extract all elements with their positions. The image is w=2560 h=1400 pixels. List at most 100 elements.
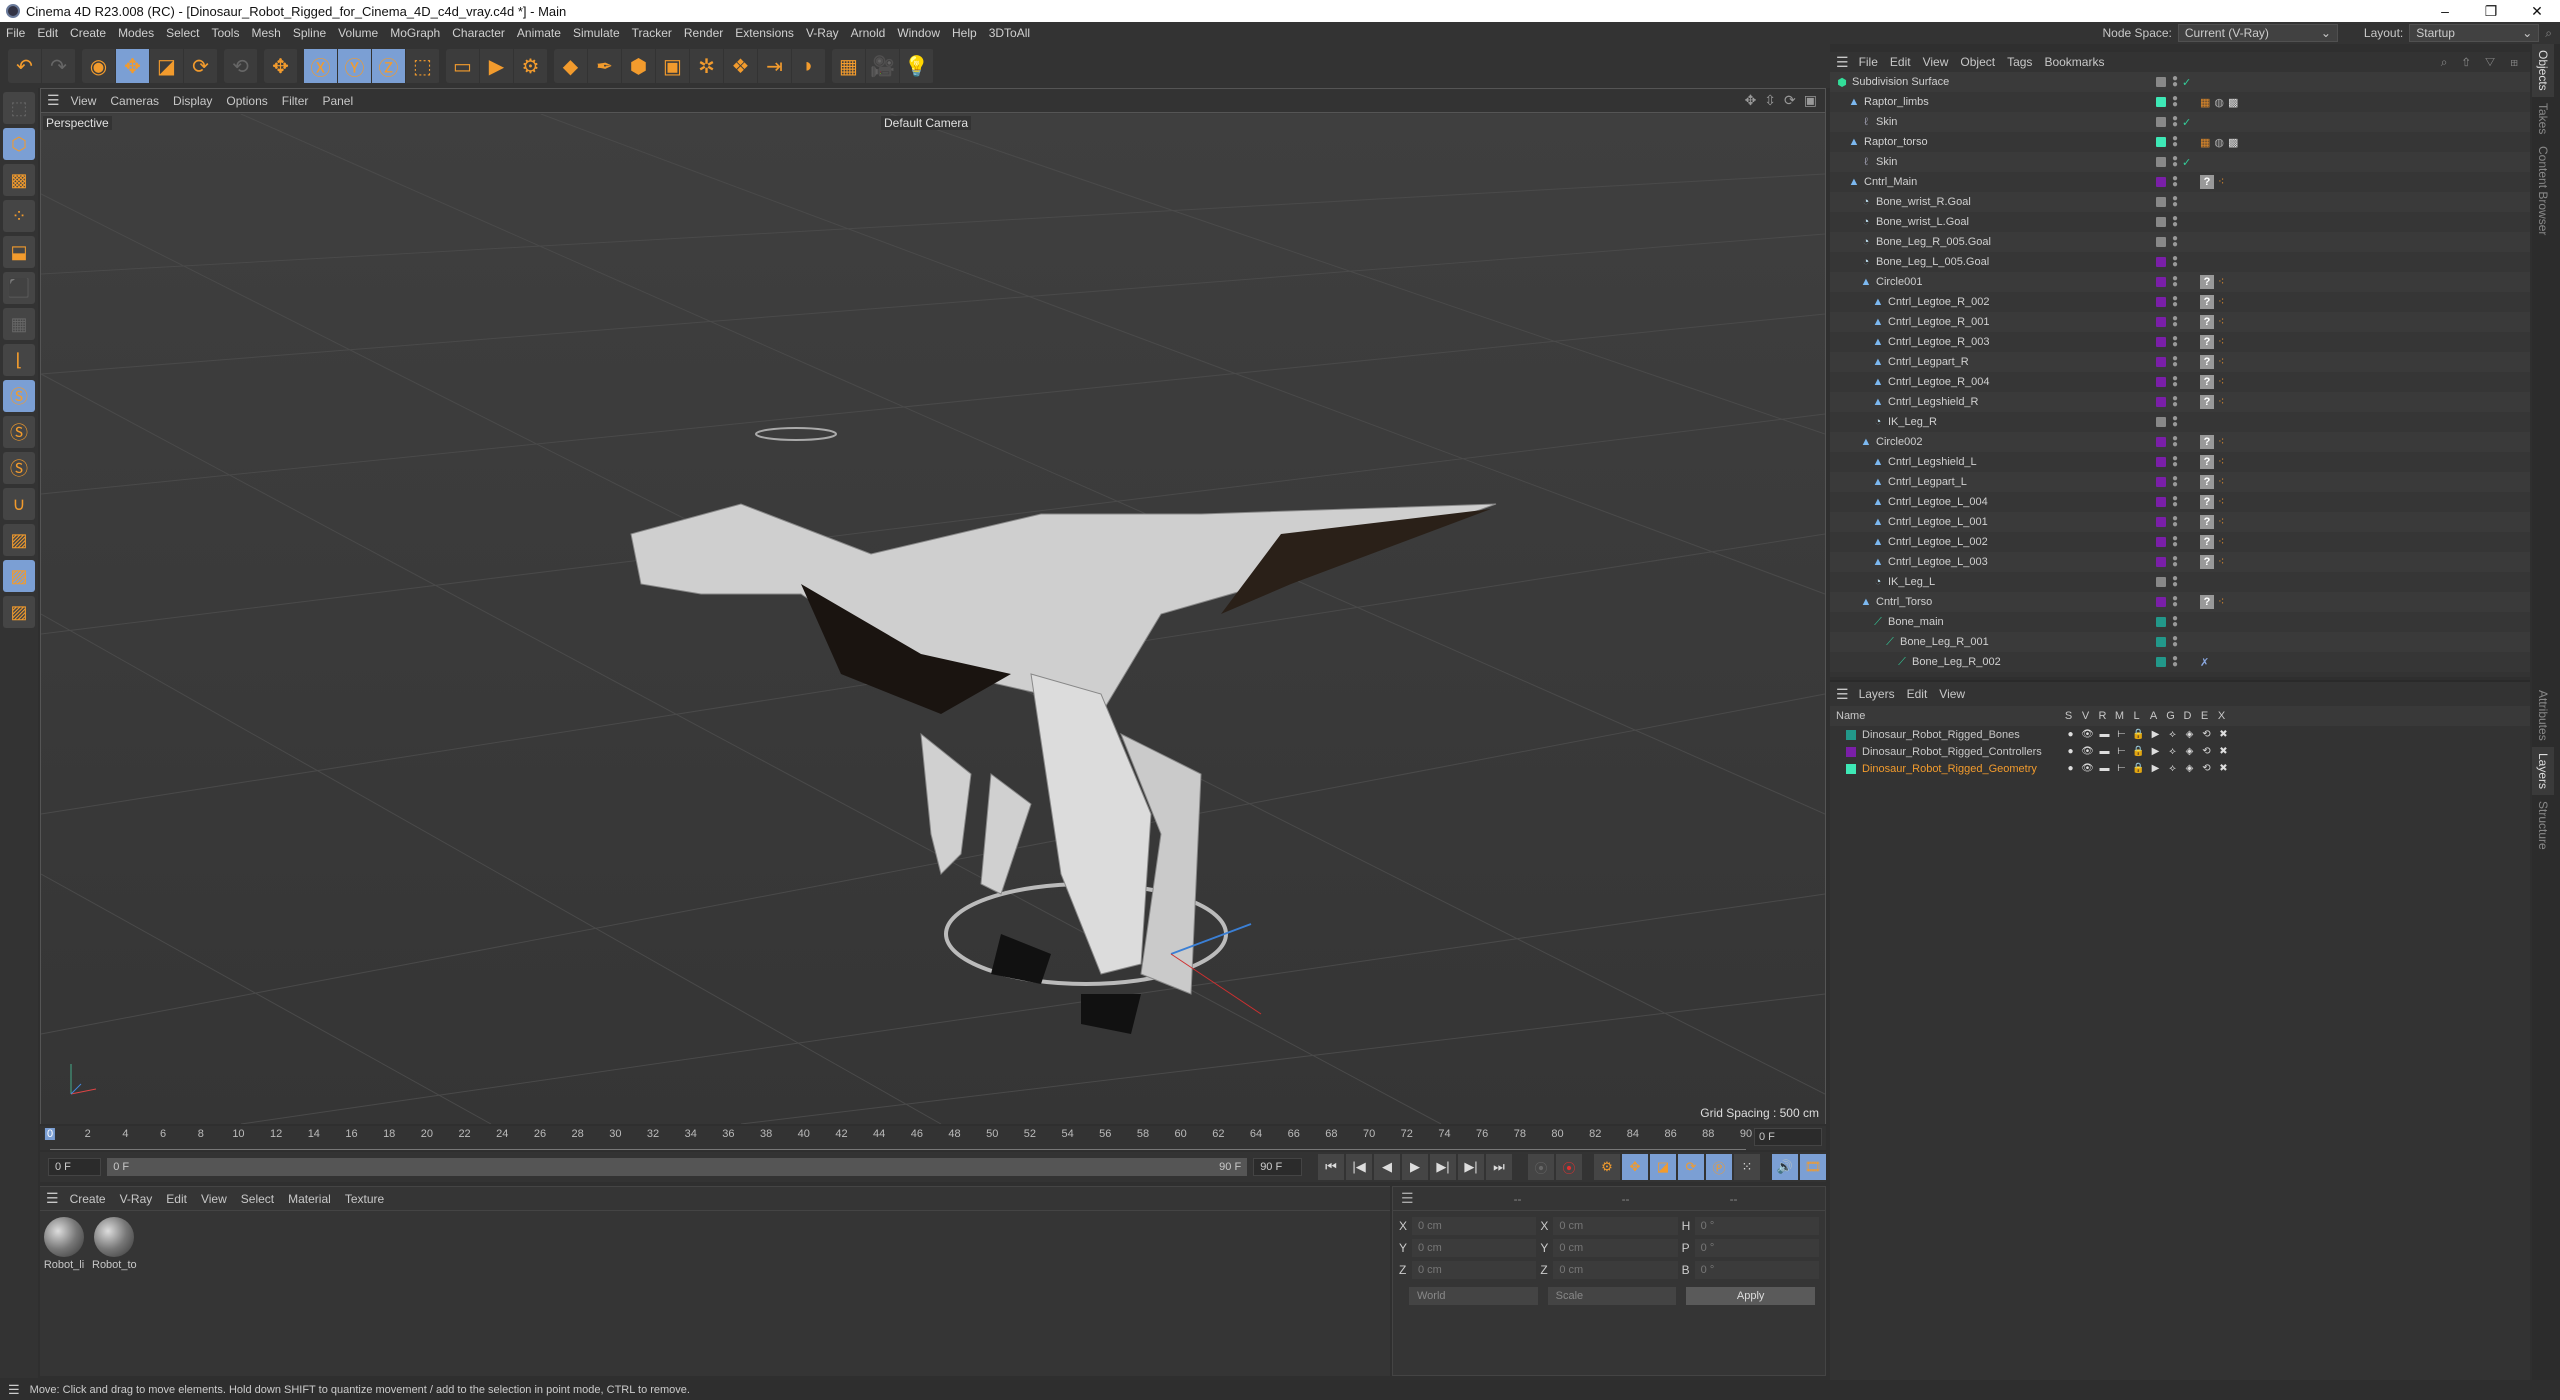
search-icon[interactable]: ⌕ — [2545, 26, 2552, 41]
redo-button[interactable]: ↷ — [42, 49, 76, 83]
play-button[interactable]: ▶ — [1402, 1154, 1428, 1180]
visibility-dots-icon[interactable]: ● ● — [2172, 174, 2178, 190]
unknown-tag-icon[interactable]: ? — [2200, 315, 2214, 329]
end-frame-field[interactable]: 90 F — [1253, 1158, 1302, 1176]
layer-color-swatch[interactable] — [2156, 137, 2166, 147]
visibility-dots-icon[interactable]: ● ● — [2172, 214, 2178, 230]
menu-create[interactable]: Create — [64, 26, 112, 40]
constraint-tag-icon[interactable]: ⁖ — [2218, 475, 2224, 489]
layer-color-swatch[interactable] — [2156, 577, 2166, 587]
previous-key-button[interactable]: |◀ — [1346, 1154, 1372, 1180]
mograph-button[interactable]: ✲ — [690, 49, 724, 83]
visibility-icon[interactable]: 👁 — [2079, 729, 2096, 740]
enabled-check-icon[interactable]: ✓ — [2182, 76, 2191, 89]
coordinate-system-button[interactable]: ⬚ — [406, 49, 440, 83]
coordinate-y-field[interactable]: 0 cm — [1553, 1239, 1678, 1257]
controller-circle[interactable] — [755, 427, 837, 441]
solo-icon[interactable]: ● — [2062, 729, 2079, 740]
deformers-icon[interactable]: ◈ — [2181, 729, 2198, 740]
locked-workplane-button[interactable]: ▨ — [3, 560, 35, 592]
visibility-dots-icon[interactable]: ● ● — [2172, 634, 2178, 650]
layer-color-swatch[interactable] — [2156, 477, 2166, 487]
expressions-icon[interactable]: ⟲ — [2198, 729, 2215, 740]
layer-color-swatch[interactable] — [2156, 637, 2166, 647]
render-icon[interactable]: ▬ — [2096, 746, 2113, 757]
workplane-button[interactable]: ▨ — [3, 524, 35, 556]
generators-icon[interactable]: ⟡ — [2164, 729, 2181, 740]
layer-color-swatch[interactable] — [2156, 237, 2166, 247]
layer-menu-view[interactable]: View — [1933, 687, 1971, 701]
menu-3dtoall[interactable]: 3DToAll — [983, 26, 1036, 40]
lock-icon[interactable]: 🔒 — [2130, 746, 2147, 757]
unknown-tag-icon[interactable]: ? — [2200, 395, 2214, 409]
viewport-menu-display[interactable]: Display — [166, 94, 219, 108]
playhead[interactable]: 0 — [44, 1128, 56, 1140]
visibility-dots-icon[interactable]: ● ● — [2172, 74, 2178, 90]
tab-takes[interactable]: Takes — [2532, 97, 2554, 140]
hamburger-menu-icon[interactable]: ☰ — [47, 92, 64, 109]
xref-icon[interactable]: ✖ — [2215, 746, 2232, 757]
unknown-tag-icon[interactable]: ? — [2200, 435, 2214, 449]
render-settings-button[interactable]: ⚙ — [514, 49, 548, 83]
object-name[interactable]: Bone_Leg_R_005.Goal — [1876, 236, 1991, 248]
viewport-menu-panel[interactable]: Panel — [315, 94, 360, 108]
scale-key-button[interactable]: ◪ — [1650, 1154, 1676, 1180]
object-name[interactable]: Cntrl_Legtoe_R_003 — [1888, 336, 1990, 348]
object-row[interactable]: ▲ Cntrl_Legtoe_L_004 ● ●? ⁖ — [1830, 492, 2530, 512]
constraint-tag-icon[interactable]: ⁖ — [2218, 555, 2224, 569]
tab-structure[interactable]: Structure — [2532, 795, 2554, 856]
constraint-tag-icon[interactable]: ⁖ — [2218, 295, 2224, 309]
deformers-icon[interactable]: ◈ — [2181, 763, 2198, 774]
object-row[interactable]: ▲ Circle002 ● ●? ⁖ — [1830, 432, 2530, 452]
object-row[interactable]: ⟋ Bone_Leg_R_001 ● ● — [1830, 632, 2530, 652]
material-menu-edit[interactable]: Edit — [159, 1192, 194, 1206]
cloner-button[interactable]: ❖ — [724, 49, 758, 83]
menu-character[interactable]: Character — [446, 26, 511, 40]
material-tag-icon[interactable]: ◍ — [2214, 136, 2224, 149]
apply-button[interactable]: Apply — [1686, 1287, 1815, 1305]
object-name[interactable]: Cntrl_Legpart_R — [1888, 356, 1969, 368]
rotate-button[interactable]: ⟳ — [184, 49, 218, 83]
render-icon[interactable]: ▬ — [2096, 729, 2113, 740]
animation-icon[interactable]: ▶ — [2147, 763, 2164, 774]
object-row[interactable]: ◔ IK_Leg_L ● ● — [1830, 572, 2530, 592]
layer-color-swatch[interactable] — [2156, 217, 2166, 227]
layer-column-r[interactable]: R — [2094, 710, 2111, 722]
position-key-button[interactable]: ✥ — [1622, 1154, 1648, 1180]
points-mode-button[interactable]: ⁘ — [3, 200, 35, 232]
coordinate-x-field[interactable]: 0 cm — [1412, 1217, 1537, 1235]
object-menu-file[interactable]: File — [1853, 55, 1884, 69]
dinosaur-robot-model[interactable] — [630, 427, 1497, 1034]
uvw-tag-icon[interactable]: ▦ — [2200, 96, 2210, 109]
material-menu-material[interactable]: Material — [281, 1192, 338, 1206]
object-row[interactable]: ◔ Bone_Leg_L_005.Goal ● ● — [1830, 252, 2530, 272]
unknown-tag-icon[interactable]: ? — [2200, 555, 2214, 569]
object-name[interactable]: Cntrl_Legtoe_R_001 — [1888, 316, 1990, 328]
expressions-icon[interactable]: ⟲ — [2198, 763, 2215, 774]
hamburger-menu-icon[interactable]: ☰ — [1836, 54, 1853, 71]
menu-spline[interactable]: Spline — [287, 26, 332, 40]
material-tag-icon[interactable]: ◍ — [2214, 96, 2224, 109]
z-axis-button[interactable]: Ⓩ — [372, 49, 406, 83]
object-name[interactable]: Cntrl_Legpart_L — [1888, 476, 1967, 488]
render-view-button[interactable]: ▭ — [446, 49, 480, 83]
coordinate-type-select[interactable]: Scale — [1547, 1287, 1677, 1305]
menu-arnold[interactable]: Arnold — [845, 26, 892, 40]
toggle-panel-icon[interactable]: ▣ — [1804, 92, 1817, 109]
object-name[interactable]: Cntrl_Main — [1864, 176, 1917, 188]
layer-row[interactable]: Dinosaur_Robot_Rigged_Controllers ● 👁 ▬ ⊢ 🔒 ▶ ⟡… — [1830, 743, 2530, 760]
unknown-tag-icon[interactable]: ? — [2200, 495, 2214, 509]
solo-icon[interactable]: ● — [2062, 746, 2079, 757]
constraint-tag-icon[interactable]: ⁖ — [2218, 315, 2224, 329]
constraint-tag-icon[interactable]: ⁖ — [2218, 395, 2224, 409]
object-name[interactable]: Bone_Leg_R_002 — [1912, 656, 2001, 668]
start-frame-field[interactable]: 0 F — [48, 1158, 102, 1176]
object-name[interactable]: Circle002 — [1876, 436, 1922, 448]
viewport-menu-filter[interactable]: Filter — [275, 94, 316, 108]
uv-mode-button[interactable]: ▦ — [3, 308, 35, 340]
move-view-icon[interactable]: ✥ — [1745, 92, 1757, 109]
layer-name[interactable]: Dinosaur_Robot_Rigged_Controllers — [1862, 746, 2042, 758]
field-button[interactable]: ◗ — [792, 49, 826, 83]
hamburger-menu-icon[interactable]: ☰ — [1836, 686, 1853, 703]
layer-name[interactable]: Dinosaur_Robot_Rigged_Geometry — [1862, 763, 2037, 775]
